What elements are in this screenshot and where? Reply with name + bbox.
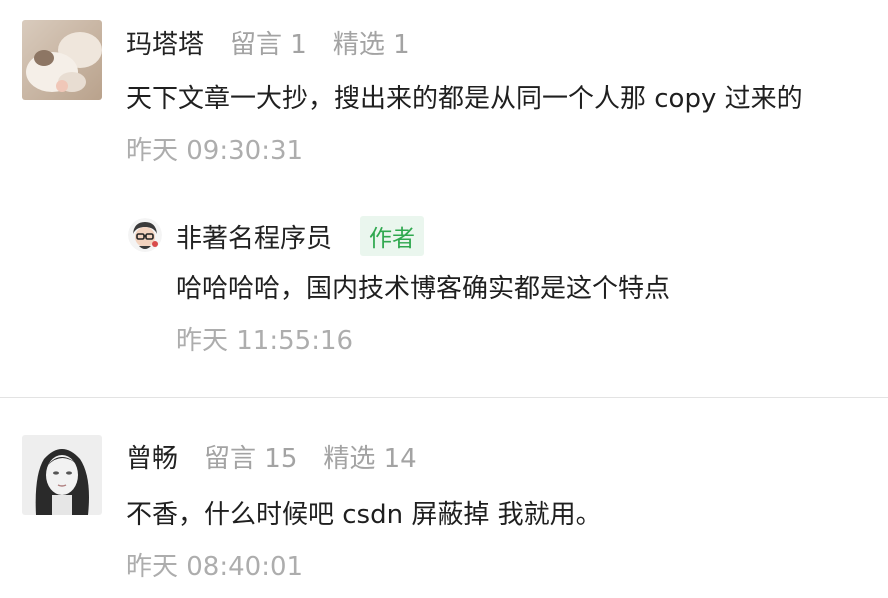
reply-avatar[interactable]	[128, 218, 162, 252]
comment-header: 曾畅 留言 15 精选 14	[126, 436, 417, 476]
cat-photo-avatar-icon	[22, 20, 102, 100]
featured-stat: 精选 1	[332, 29, 410, 60]
comment-time: 昨天 08:40:01	[126, 552, 304, 582]
comment-item: 玛塔塔 留言 1 精选 1 天下文章一大抄，搜出来的都是从同一个人那 copy …	[0, 0, 888, 397]
messages-stat: 留言 1	[230, 29, 307, 60]
comment-content: 天下文章一大抄，搜出来的都是从同一个人那 copy 过来的	[126, 84, 803, 114]
reply-time: 昨天 11:55:16	[176, 326, 354, 356]
comment-time: 昨天 09:30:31	[126, 136, 304, 166]
author-badge: 作者	[360, 216, 425, 256]
avatar[interactable]	[22, 435, 102, 515]
reply-content: 哈哈哈哈，国内技术博客确实都是这个特点	[176, 274, 671, 304]
comment-content: 不香，什么时候吧 csdn 屏蔽掉 我就用。	[126, 500, 602, 530]
messages-stat: 留言 15	[204, 443, 298, 474]
woman-portrait-avatar-icon	[22, 435, 102, 515]
cartoon-glasses-avatar-icon	[128, 218, 162, 252]
comment-item: 曾畅 留言 15 精选 14 不香，什么时候吧 csdn 屏蔽掉 我就用。 昨天…	[0, 398, 888, 598]
user-name[interactable]: 玛塔塔	[126, 24, 204, 61]
avatar[interactable]	[22, 20, 102, 100]
reply-user-name[interactable]: 非著名程序员	[176, 218, 332, 255]
featured-stat: 精选 14	[323, 443, 417, 474]
user-name[interactable]: 曾畅	[126, 438, 178, 475]
comment-header: 玛塔塔 留言 1 精选 1	[126, 22, 410, 62]
reply-header: 非著名程序员 作者	[176, 216, 425, 256]
